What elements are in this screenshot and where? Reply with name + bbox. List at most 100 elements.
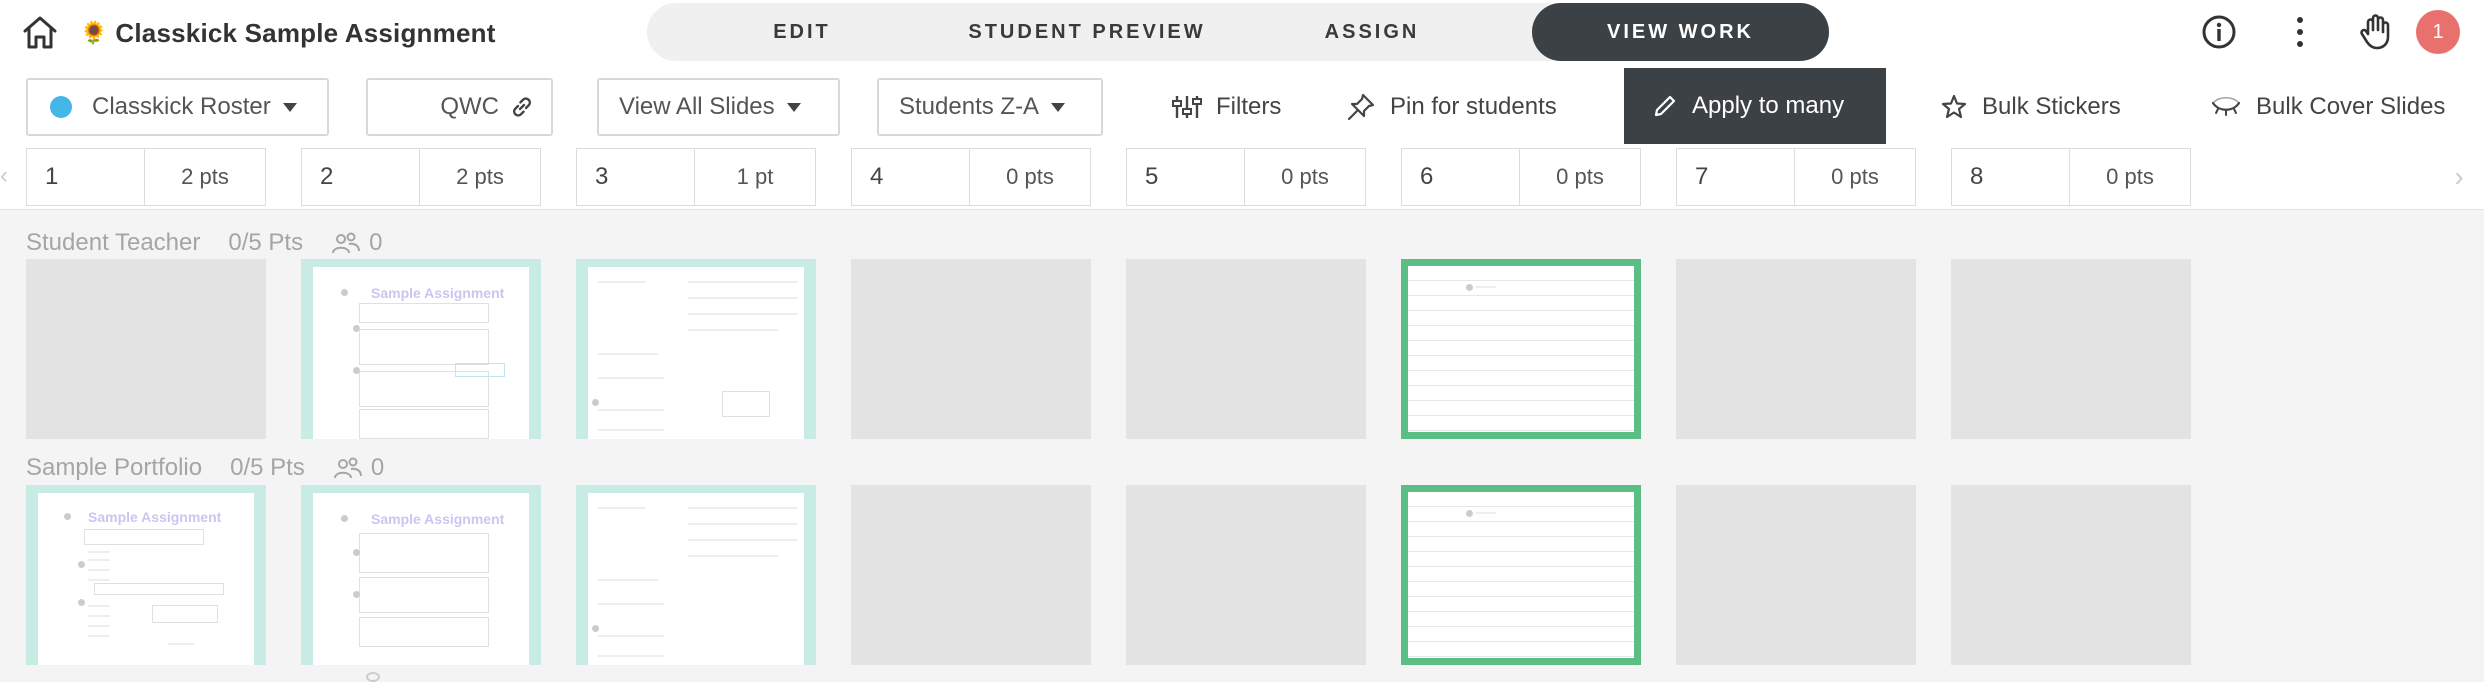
sunflower-icon: 🌻 [80,20,108,45]
mini-line [598,409,664,411]
tab-edit[interactable]: EDIT [717,3,887,61]
slide-header-2[interactable]: 2 2 pts [301,148,541,206]
roster-color-dot [50,96,72,118]
mini-dot [78,561,85,568]
mini-line [688,539,798,541]
mini-line [598,353,658,355]
student-slide-thumbnail[interactable] [1676,259,1916,439]
helpers-count: 0 [333,454,384,482]
student-slide-thumbnail[interactable] [1676,485,1916,665]
helpers-number: 0 [369,229,383,256]
mini-box [359,329,489,365]
mini-line [88,615,110,617]
student-slide-thumbnail[interactable] [1951,259,2191,439]
lined-paper [1408,266,1634,432]
slide-number: 1 [27,149,145,205]
student-slide-thumbnail[interactable] [1126,259,1366,439]
student-slide-thumbnail[interactable]: Sample Assignment [26,485,266,665]
page-title: Classkick Sample Assignment [115,17,496,48]
student-slide-thumbnail[interactable] [576,485,816,665]
tab-view-work[interactable]: VIEW WORK [1532,3,1829,61]
mini-dot [592,399,599,406]
student-row-header[interactable]: Student Teacher 0/5 Pts 0 [26,228,382,258]
mini-line [688,281,798,283]
helpers-number: 0 [370,454,385,481]
slide-number: 2 [302,149,420,205]
slide-number: 4 [852,149,970,205]
class-code-button[interactable]: QWC [366,78,553,136]
mini-dot [64,513,71,520]
slide-points: 0 pts [2106,164,2154,189]
mini-line [88,551,110,553]
chevron-down-icon [1051,102,1066,112]
student-slide-thumbnail-selected[interactable] [1401,485,1641,665]
student-slide-thumbnail[interactable] [1126,485,1366,665]
pin-label: Pin for students [1390,93,1557,120]
sort-select-label: Students Z-A [899,93,1040,120]
student-slide-thumbnail[interactable] [1951,485,2191,665]
tab-student-preview[interactable]: STUDENT PREVIEW [937,3,1237,61]
filters-button[interactable]: Filters [1172,78,1281,136]
slide-paper: Sample Assignment [313,493,529,665]
student-score: 0/5 Pts [228,229,304,256]
star-icon [1941,94,1967,119]
student-slide-thumbnail[interactable] [851,485,1091,665]
sort-select[interactable]: Students Z-A [877,78,1103,136]
link-icon [513,97,531,117]
mini-line [168,643,194,645]
slides-filter-select[interactable]: View All Slides [597,78,840,136]
mode-tabs: EDIT STUDENT PREVIEW ASSIGN VIEW WORK [647,3,1829,61]
mini-box [722,391,770,417]
student-row-header[interactable]: Sample Portfolio 0/5 Pts 0 [26,453,384,483]
slide-header-4[interactable]: 4 0 pts [851,148,1091,206]
more-options-button[interactable] [2278,10,2322,54]
mini-box [94,583,224,595]
info-button[interactable] [2197,10,2241,54]
pin-for-students-button[interactable]: Pin for students [1346,78,1557,136]
pencil-icon [1654,95,1676,117]
chevron-left-icon[interactable]: ‹ [0,162,10,192]
mini-line [598,377,664,379]
slide-header-3[interactable]: 3 1 pt [576,148,816,206]
student-slide-thumbnail[interactable] [576,259,816,439]
roster-select[interactable]: Classkick Roster [26,78,329,136]
slide-header-5[interactable]: 5 0 pts [1126,148,1366,206]
thumbnail-title: Sample Assignment [371,511,505,527]
cover-label: Bulk Cover Slides [2256,93,2446,120]
student-slide-thumbnail-selected[interactable] [1401,259,1641,439]
mini-box [455,363,505,377]
tab-assign[interactable]: ASSIGN [1287,3,1457,61]
student-slide-thumbnail[interactable] [26,259,266,439]
slide-header-1[interactable]: 1 2 pts [26,148,266,206]
student-slide-thumbnail[interactable]: Sample Assignment [301,259,541,439]
student-name: Student Teacher [26,229,201,256]
mini-line [88,559,110,561]
home-button[interactable] [18,12,62,52]
slide-header-7[interactable]: 7 0 pts [1676,148,1916,206]
mini-box [359,409,489,439]
mini-dot [353,549,360,556]
slide-header-6[interactable]: 6 0 pts [1401,148,1641,206]
notification-badge[interactable]: 1 [2416,10,2460,54]
help-requests-button[interactable] [2354,10,2398,54]
student-slide-thumbnail[interactable]: Sample Assignment [301,485,541,665]
slide-header-8[interactable]: 8 0 pts [1951,148,2191,206]
eye-closed-icon [2211,96,2241,116]
assignment-title: 🌻 Classkick Sample Assignment [80,14,496,52]
bulk-stickers-button[interactable]: Bulk Stickers [1940,78,2121,136]
chevron-right-icon[interactable]: › [2444,161,2474,192]
bulk-cover-slides-button[interactable]: Bulk Cover Slides [2210,78,2445,136]
chevron-down-icon [282,102,297,112]
slide-paper [588,493,804,665]
mini-line [598,603,664,605]
student-slide-thumbnail[interactable] [851,259,1091,439]
mini-line [688,507,798,509]
mini-box [359,303,489,323]
slide-points: 0 pts [1831,164,1879,189]
slide-points: 0 pts [1281,164,1329,189]
slide-number: 3 [577,149,695,205]
mini-dot [353,591,360,598]
slide-paper: Sample Assignment [38,493,254,665]
apply-to-many-button[interactable]: Apply to many [1624,68,1886,144]
slide-points: 2 pts [181,164,229,189]
